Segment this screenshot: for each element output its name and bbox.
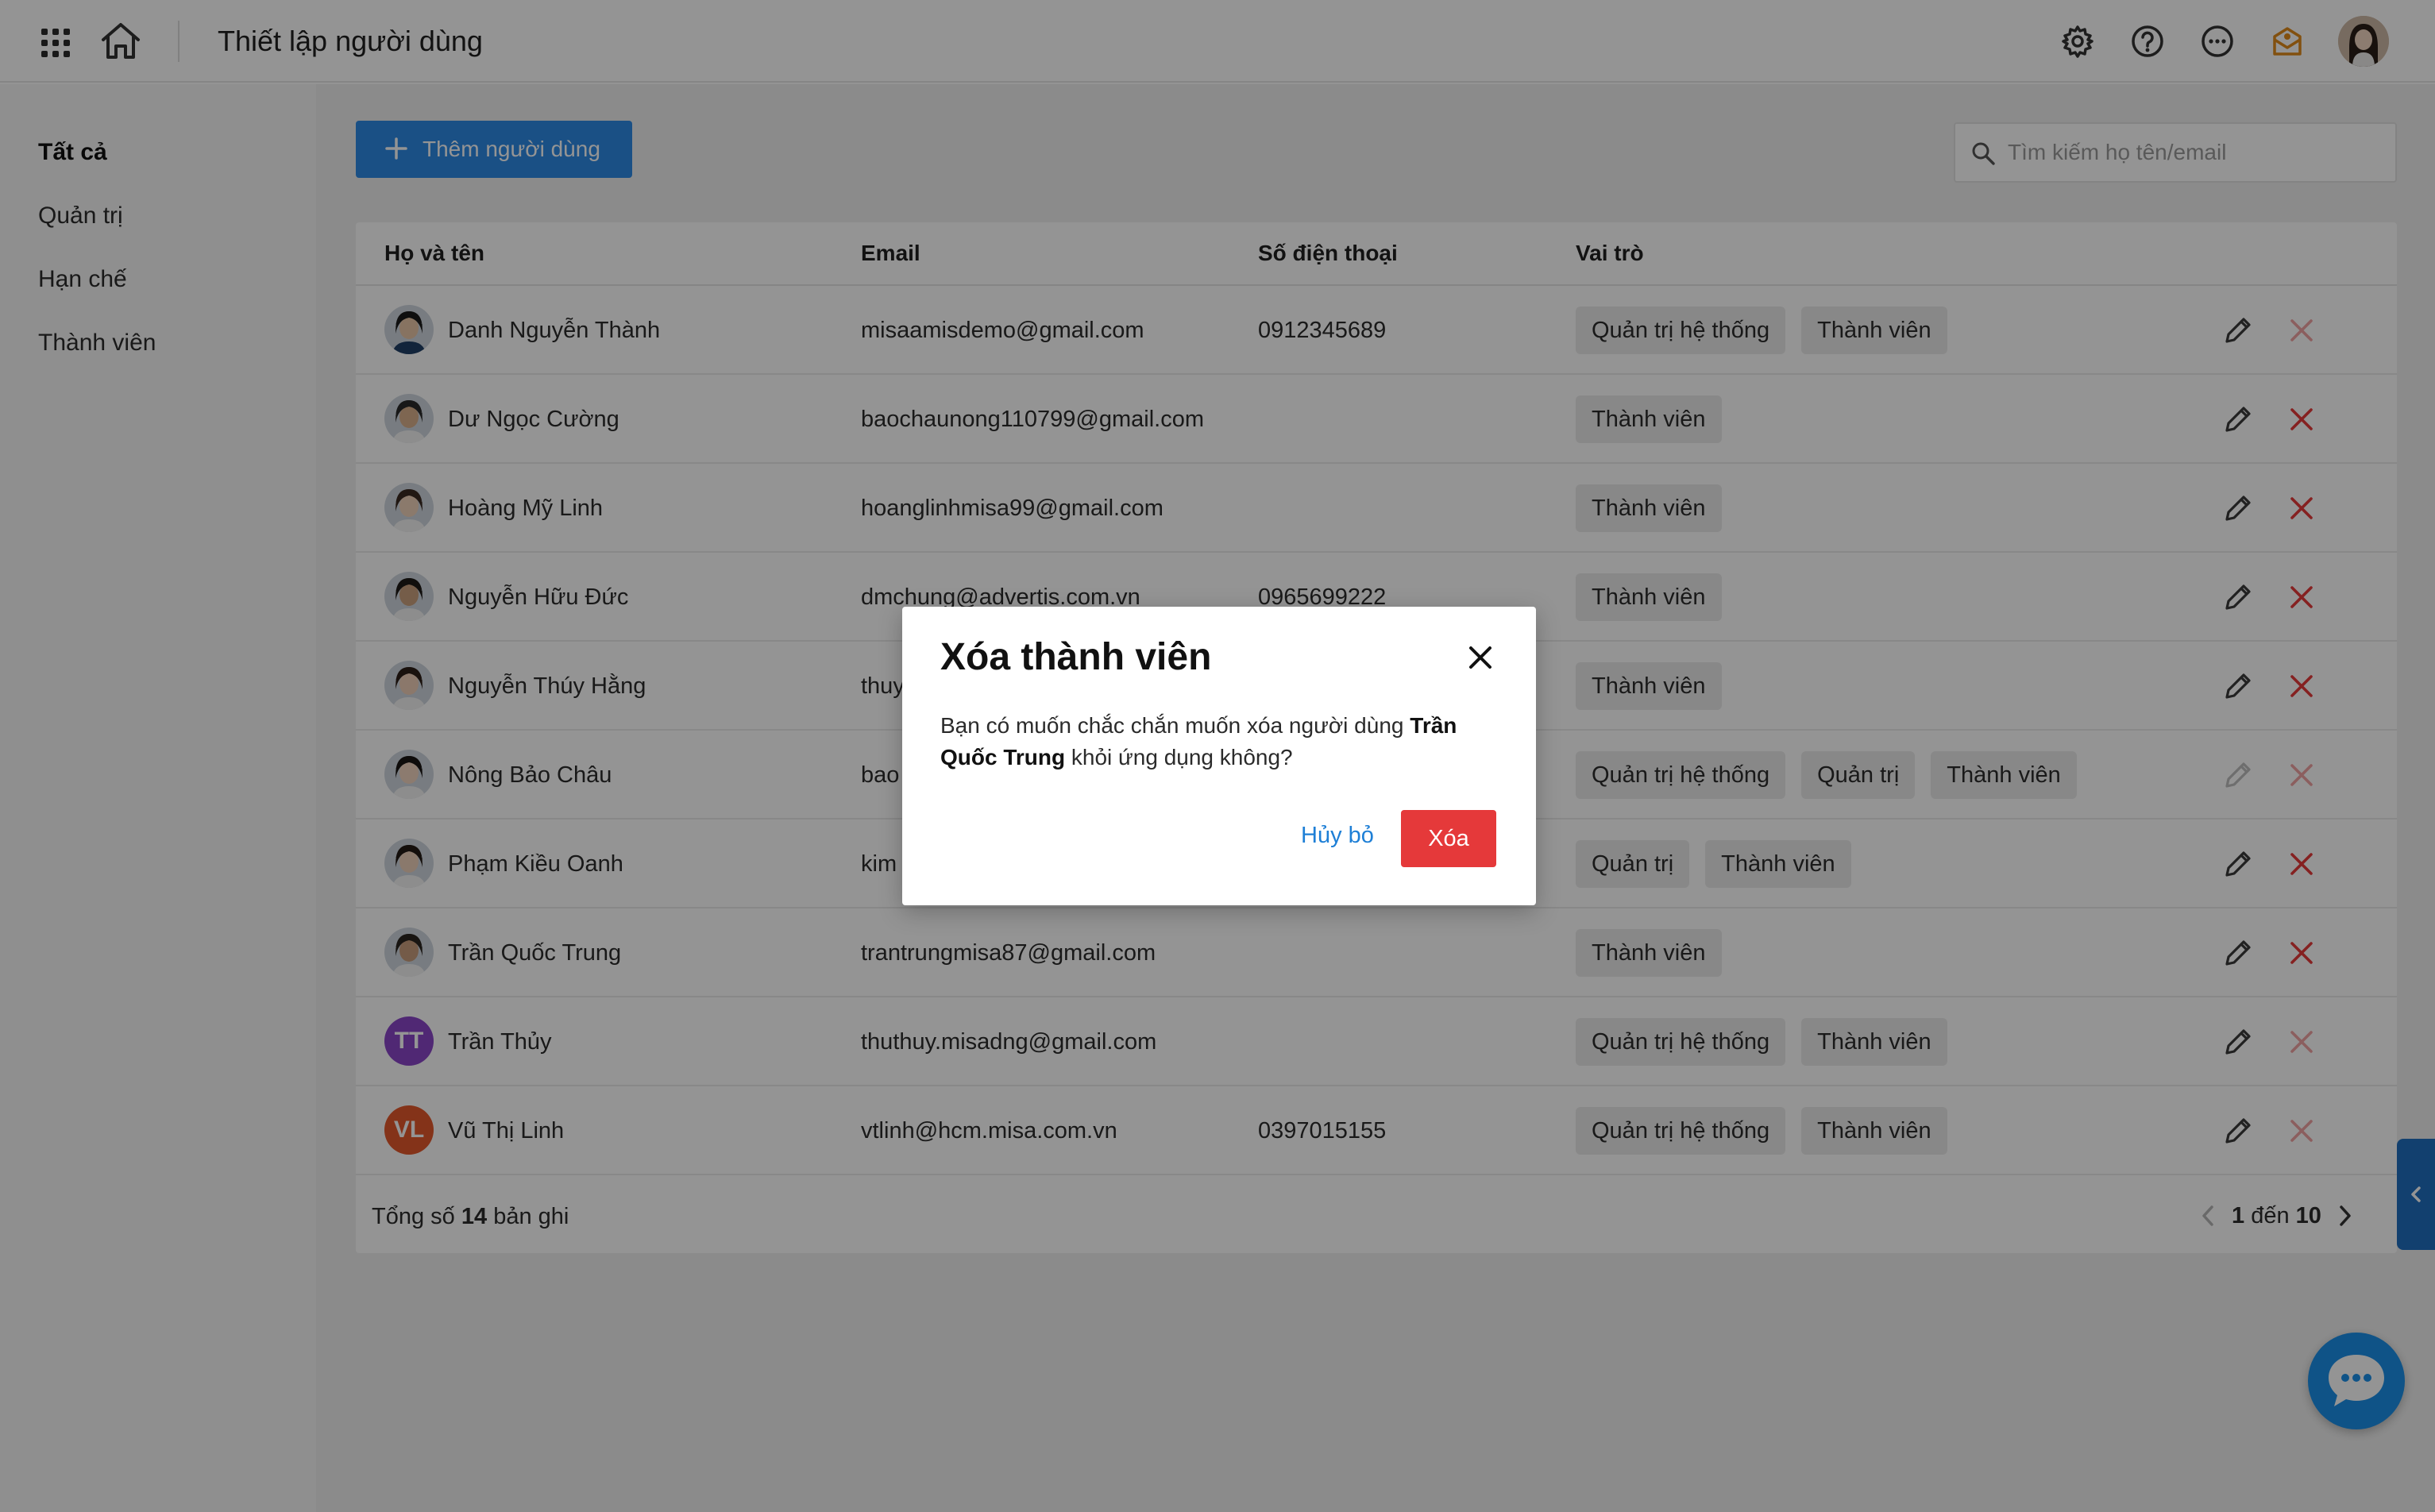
close-icon[interactable] (1464, 642, 1496, 673)
dialog-title: Xóa thành viên (940, 636, 1212, 678)
delete-member-dialog: Xóa thành viên Bạn có muốn chắc chắn muố… (902, 607, 1536, 905)
confirm-delete-button[interactable]: Xóa (1401, 810, 1496, 867)
cancel-button[interactable]: Hủy bỏ (1290, 807, 1385, 864)
dialog-message: Bạn có muốn chắc chắn muốn xóa người dùn… (940, 713, 1457, 770)
